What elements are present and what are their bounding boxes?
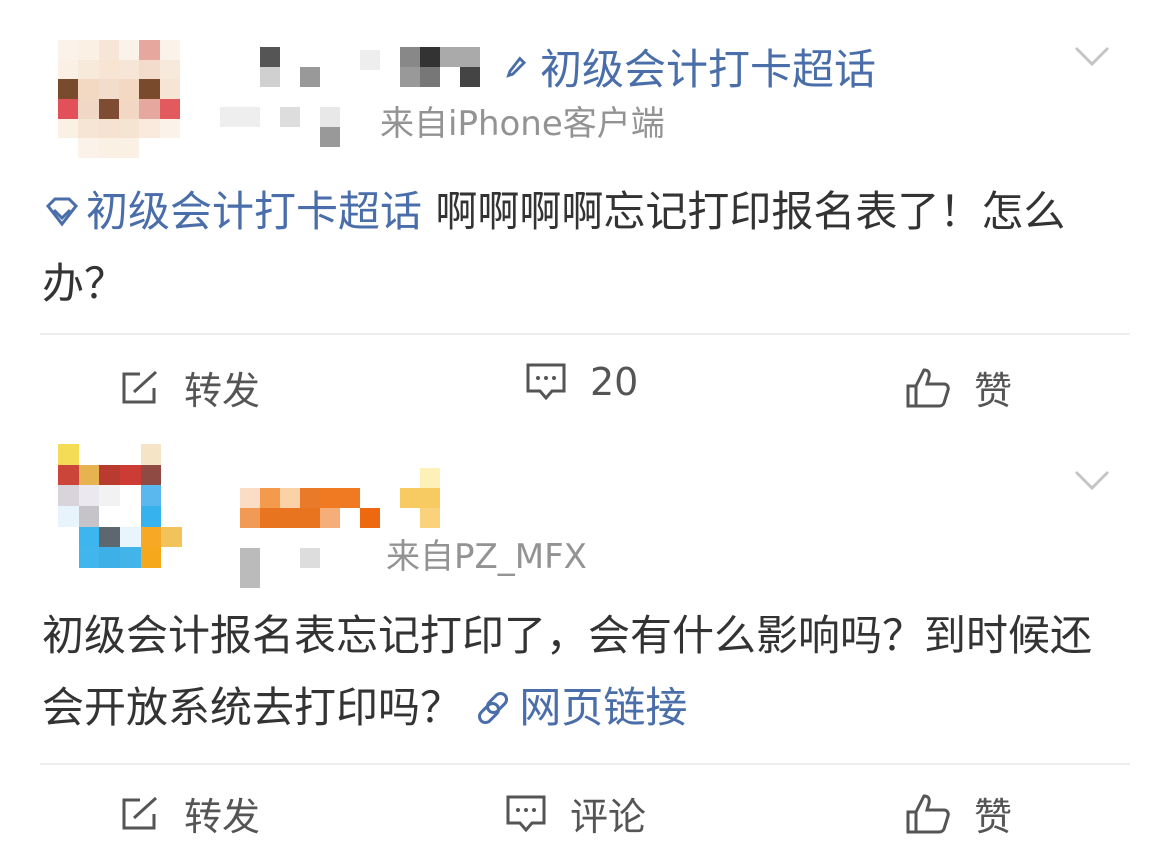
- feed-post: 初级会计打卡超话 来自iPhone客户端 初级会计打卡超话 啊啊啊啊忘记打印报名…: [0, 0, 1170, 430]
- divider: [40, 333, 1130, 335]
- link-icon: [478, 691, 509, 725]
- like-icon: [906, 367, 950, 407]
- chevron-down-icon[interactable]: [1072, 42, 1112, 70]
- repost-button[interactable]: 转发: [118, 360, 260, 415]
- repost-icon: [122, 796, 158, 829]
- diamond-icon: [46, 197, 78, 227]
- web-link[interactable]: 网页链接: [475, 683, 687, 732]
- like-button[interactable]: 赞: [904, 786, 1012, 841]
- repost-label: 转发: [184, 795, 261, 839]
- like-icon: [906, 793, 950, 833]
- comment-count: 20: [590, 360, 639, 404]
- comment-label: 评论: [570, 795, 647, 839]
- topic-hashtag-label: 初级会计打卡超话: [86, 187, 423, 236]
- topic-hashtag[interactable]: 初级会计打卡超话: [42, 187, 435, 236]
- post-body: 初级会计打卡超话 啊啊啊啊忘记打印报名表了！怎么办？: [42, 176, 1132, 320]
- repost-icon: [122, 370, 158, 403]
- like-label: 赞: [974, 795, 1013, 839]
- comment-icon: [506, 795, 546, 832]
- feed-post: 来自PZ_MFX 初级会计报名表忘记打印了，会有什么影响吗？到时候还会开放系统去…: [0, 430, 1170, 860]
- comment-icon: [526, 363, 566, 401]
- like-button[interactable]: 赞: [904, 360, 1012, 415]
- post-source: 来自PZ_MFX: [386, 537, 587, 577]
- repost-label: 转发: [184, 369, 261, 413]
- repost-button[interactable]: 转发: [118, 786, 260, 841]
- like-label: 赞: [974, 369, 1013, 413]
- topic-label: 初级会计打卡超话: [540, 45, 877, 94]
- post-source: 来自iPhone客户端: [380, 104, 665, 144]
- comment-button[interactable]: 20: [524, 360, 638, 404]
- avatar[interactable]: [58, 444, 182, 568]
- comment-button[interactable]: 评论: [504, 786, 646, 841]
- divider: [40, 763, 1130, 765]
- avatar[interactable]: [58, 40, 180, 158]
- link-icon: [506, 55, 527, 78]
- web-link-label: 网页链接: [519, 683, 688, 732]
- topic-link[interactable]: 初级会计打卡超话: [500, 36, 876, 97]
- post-body: 初级会计报名表忘记打印了，会有什么影响吗？到时候还会开放系统去打印吗？ 网页链接: [42, 600, 1132, 744]
- chevron-down-icon[interactable]: [1072, 466, 1112, 494]
